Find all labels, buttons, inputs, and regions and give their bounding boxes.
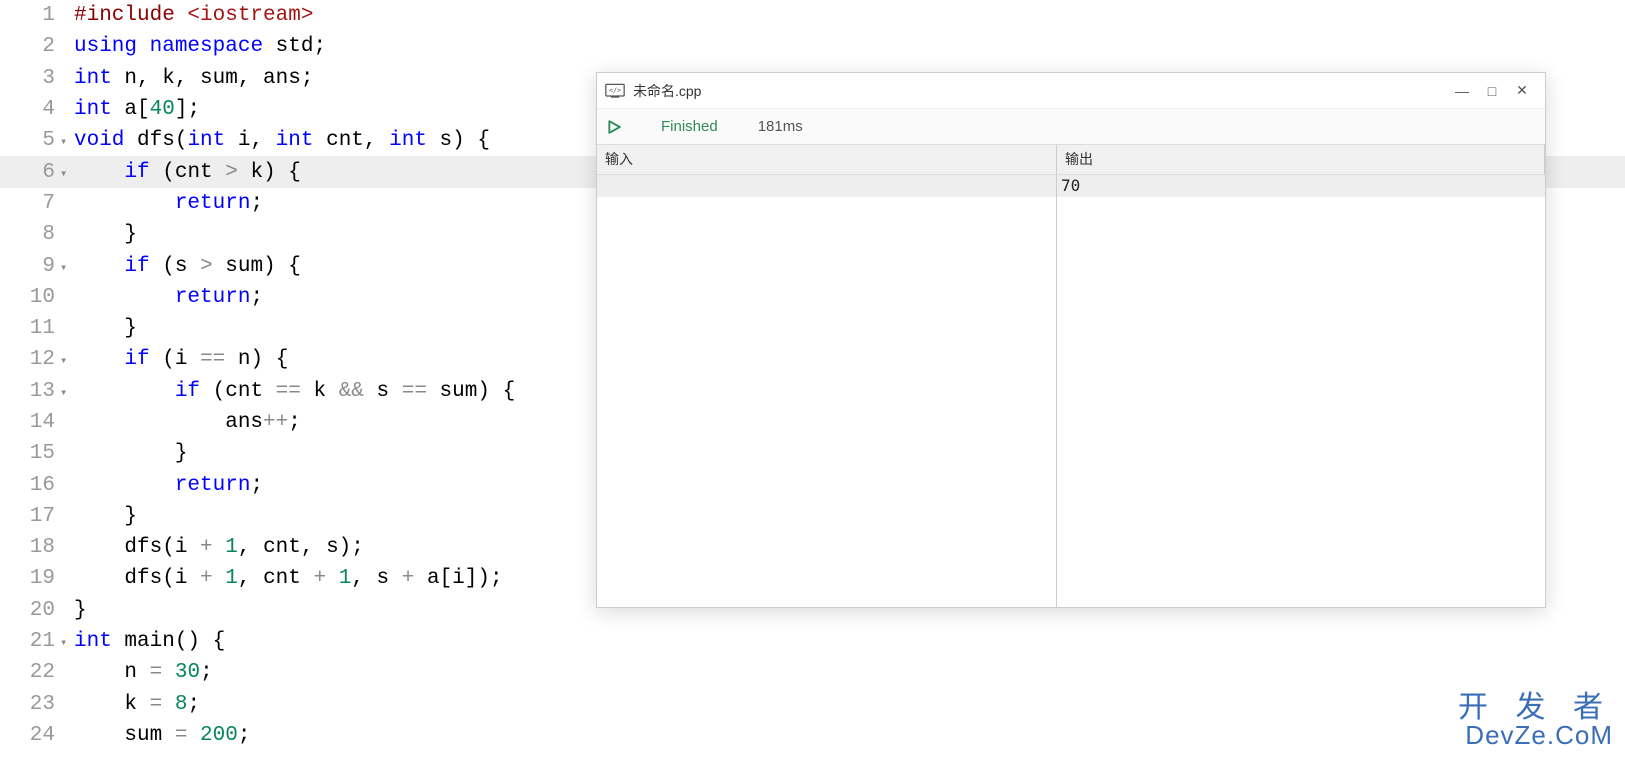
- line-number: 15: [0, 442, 60, 465]
- window-title: 未命名.cpp: [633, 81, 1447, 101]
- fold-icon: [60, 328, 72, 330]
- close-button[interactable]: ✕: [1507, 82, 1537, 99]
- fold-icon: [60, 202, 72, 204]
- fold-icon[interactable]: ▾: [60, 258, 72, 275]
- code-text[interactable]: n = 30;: [72, 661, 1625, 684]
- window-app-icon: </>: [605, 83, 625, 99]
- fold-icon: [60, 296, 72, 298]
- line-number: 11: [0, 317, 60, 340]
- watermark: 开 发 者 DevZe.CoM: [1458, 682, 1613, 751]
- line-number: 4: [0, 98, 60, 121]
- fold-icon: [60, 547, 72, 549]
- line-number: 2: [0, 35, 60, 58]
- play-icon[interactable]: [607, 120, 621, 134]
- fold-icon: [60, 109, 72, 111]
- line-number: 13: [0, 380, 60, 403]
- line-number: 22: [0, 661, 60, 684]
- fold-icon: [60, 578, 72, 580]
- fold-icon: [60, 46, 72, 48]
- pane-divider[interactable]: [1053, 175, 1061, 607]
- fold-icon: [60, 672, 72, 674]
- fold-icon: [60, 234, 72, 236]
- fold-icon: [60, 484, 72, 486]
- fold-icon[interactable]: ▾: [60, 351, 72, 368]
- line-number: 6: [0, 161, 60, 184]
- line-number: 9: [0, 255, 60, 278]
- fold-icon: [60, 703, 72, 705]
- code-line[interactable]: 21▾int main() {: [0, 626, 1625, 657]
- minimize-button[interactable]: —: [1447, 83, 1477, 99]
- line-number: 7: [0, 192, 60, 215]
- code-line[interactable]: 1 #include <iostream>: [0, 0, 1625, 31]
- fold-icon: [60, 453, 72, 455]
- fold-icon: [60, 515, 72, 517]
- fold-icon: [60, 15, 72, 17]
- output-panel: 70: [1057, 175, 1545, 607]
- line-number: 23: [0, 693, 60, 716]
- run-status: Finished: [661, 118, 718, 135]
- line-number: 5: [0, 129, 60, 152]
- line-number: 16: [0, 474, 60, 497]
- code-line[interactable]: 22 n = 30;: [0, 657, 1625, 688]
- code-line[interactable]: 24 sum = 200;: [0, 720, 1625, 751]
- run-time: 181ms: [758, 118, 803, 135]
- io-header: 输入 输出: [597, 145, 1545, 175]
- code-text[interactable]: sum = 200;: [72, 724, 1625, 747]
- fold-icon: [60, 609, 72, 611]
- fold-icon[interactable]: ▾: [60, 633, 72, 650]
- fold-icon[interactable]: ▾: [60, 164, 72, 181]
- line-number: 21: [0, 630, 60, 653]
- code-text[interactable]: #include <iostream>: [72, 4, 1625, 27]
- line-number: 14: [0, 411, 60, 434]
- line-number: 20: [0, 599, 60, 622]
- code-text[interactable]: using namespace std;: [72, 35, 1625, 58]
- fold-icon: [60, 422, 72, 424]
- line-number: 1: [0, 4, 60, 27]
- input-text[interactable]: [597, 175, 1056, 197]
- line-number: 17: [0, 505, 60, 528]
- output-text: 70: [1057, 175, 1545, 197]
- line-number: 12: [0, 348, 60, 371]
- fold-icon: [60, 734, 72, 736]
- fold-icon: [60, 77, 72, 79]
- line-number: 10: [0, 286, 60, 309]
- io-body: 70: [597, 175, 1545, 607]
- fold-icon[interactable]: ▾: [60, 383, 72, 400]
- code-line[interactable]: 23 k = 8;: [0, 689, 1625, 720]
- run-output-window: </> 未命名.cpp — □ ✕ Finished 181ms 输入 输出 7…: [596, 72, 1546, 608]
- run-toolbar: Finished 181ms: [597, 109, 1545, 145]
- input-header: 输入: [597, 145, 1057, 174]
- watermark-en: DevZe.CoM: [1458, 720, 1613, 751]
- output-header: 输出: [1057, 145, 1545, 174]
- line-number: 3: [0, 67, 60, 90]
- maximize-button[interactable]: □: [1477, 83, 1507, 99]
- line-number: 18: [0, 536, 60, 559]
- input-panel[interactable]: [597, 175, 1057, 607]
- line-number: 8: [0, 223, 60, 246]
- code-line[interactable]: 2 using namespace std;: [0, 31, 1625, 62]
- code-text[interactable]: int main() {: [72, 630, 1625, 653]
- line-number: 24: [0, 724, 60, 747]
- line-number: 19: [0, 567, 60, 590]
- svg-text:</>: </>: [609, 86, 621, 94]
- code-text[interactable]: k = 8;: [72, 693, 1625, 716]
- window-titlebar[interactable]: </> 未命名.cpp — □ ✕: [597, 73, 1545, 109]
- fold-icon[interactable]: ▾: [60, 132, 72, 149]
